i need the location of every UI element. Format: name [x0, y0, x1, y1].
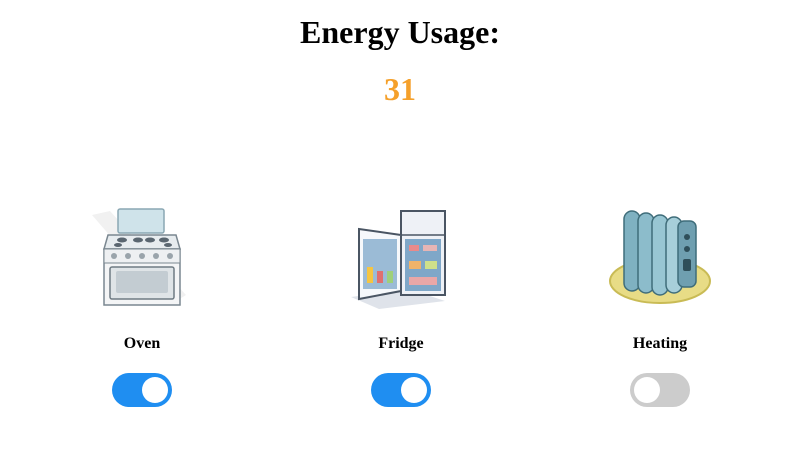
energy-usage-page: Energy Usage: 31 Oven Fridge Heating: [0, 0, 785, 453]
device-heating: Heating: [600, 205, 720, 407]
device-oven: Oven: [82, 205, 202, 407]
page-title: Energy Usage:: [300, 14, 500, 50]
energy-usage-value: 31: [384, 71, 416, 107]
toggle-knob: [401, 377, 427, 403]
device-fridge: Fridge: [341, 205, 461, 407]
heating-toggle[interactable]: [630, 373, 690, 407]
device-label-heating: Heating: [632, 335, 688, 352]
toggle-knob: [634, 377, 660, 403]
oven-toggle[interactable]: [112, 373, 172, 407]
toggle-knob: [142, 377, 168, 403]
oven-icon: [92, 208, 186, 306]
heater-icon: [609, 210, 711, 304]
device-label-fridge: Fridge: [378, 335, 424, 352]
fridge-icon: [351, 210, 446, 309]
device-label-oven: Oven: [123, 335, 161, 352]
fridge-toggle[interactable]: [371, 373, 431, 407]
